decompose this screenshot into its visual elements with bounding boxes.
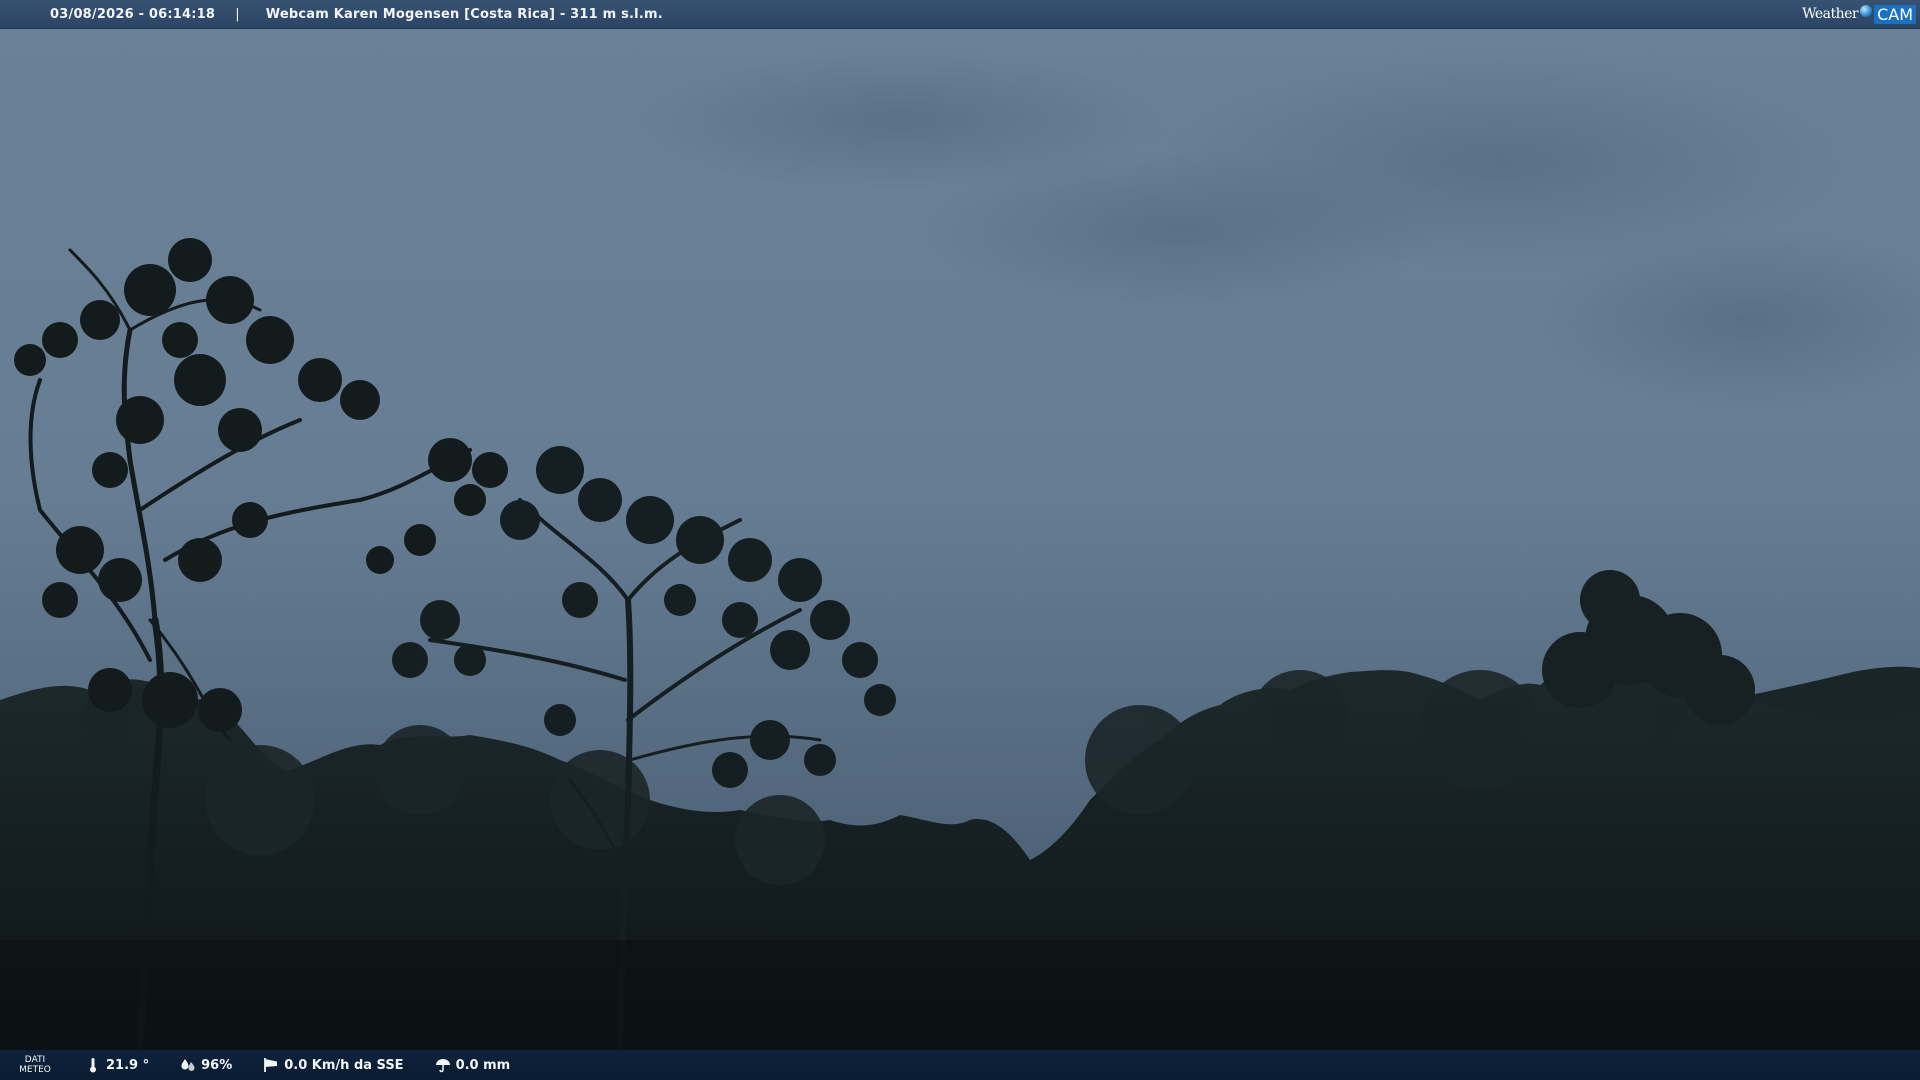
rain-reading: 0.0 mm (434, 1056, 511, 1074)
wind-reading: 0.0 Km/h da SSE (262, 1056, 404, 1074)
globe-icon (1860, 5, 1873, 17)
logo-word: Weather (1802, 6, 1859, 22)
header-separator: | (235, 6, 240, 22)
thermometer-icon (84, 1056, 102, 1074)
humidity-value: 96% (201, 1057, 233, 1073)
weather-data-label: DATI METEO (16, 1055, 54, 1075)
webcam-image (0, 0, 1920, 1080)
windsock-icon (262, 1056, 280, 1074)
webcam-frame: 03/08/2026 - 06:14:18 | Webcam Karen Mog… (0, 0, 1920, 1080)
rain-value: 0.0 mm (455, 1057, 511, 1073)
webcam-title: Webcam Karen Mogensen [Costa Rica] - 311… (265, 6, 663, 22)
humidity-drops-icon (179, 1056, 197, 1074)
temperature-reading: 21.9 ° (84, 1056, 149, 1074)
timestamp: 03/08/2026 - 06:14:18 (50, 6, 216, 22)
weathercam-logo[interactable]: Weather CAM (1802, 3, 1916, 25)
umbrella-icon (434, 1056, 452, 1074)
weather-data-label-line1: DATI (24, 1055, 46, 1065)
header-bar: 03/08/2026 - 06:14:18 | Webcam Karen Mog… (0, 0, 1920, 29)
temperature-value: 21.9 ° (106, 1057, 150, 1073)
weather-data-label-line2: METEO (19, 1065, 51, 1075)
logo-suffix: CAM (1874, 4, 1916, 24)
wind-value: 0.0 Km/h da SSE (284, 1057, 404, 1073)
weather-data-bar: DATI METEO 21.9 ° 96% 0.0 Km/h da SSE 0.… (0, 1050, 1920, 1080)
humidity-reading: 96% (179, 1056, 232, 1074)
